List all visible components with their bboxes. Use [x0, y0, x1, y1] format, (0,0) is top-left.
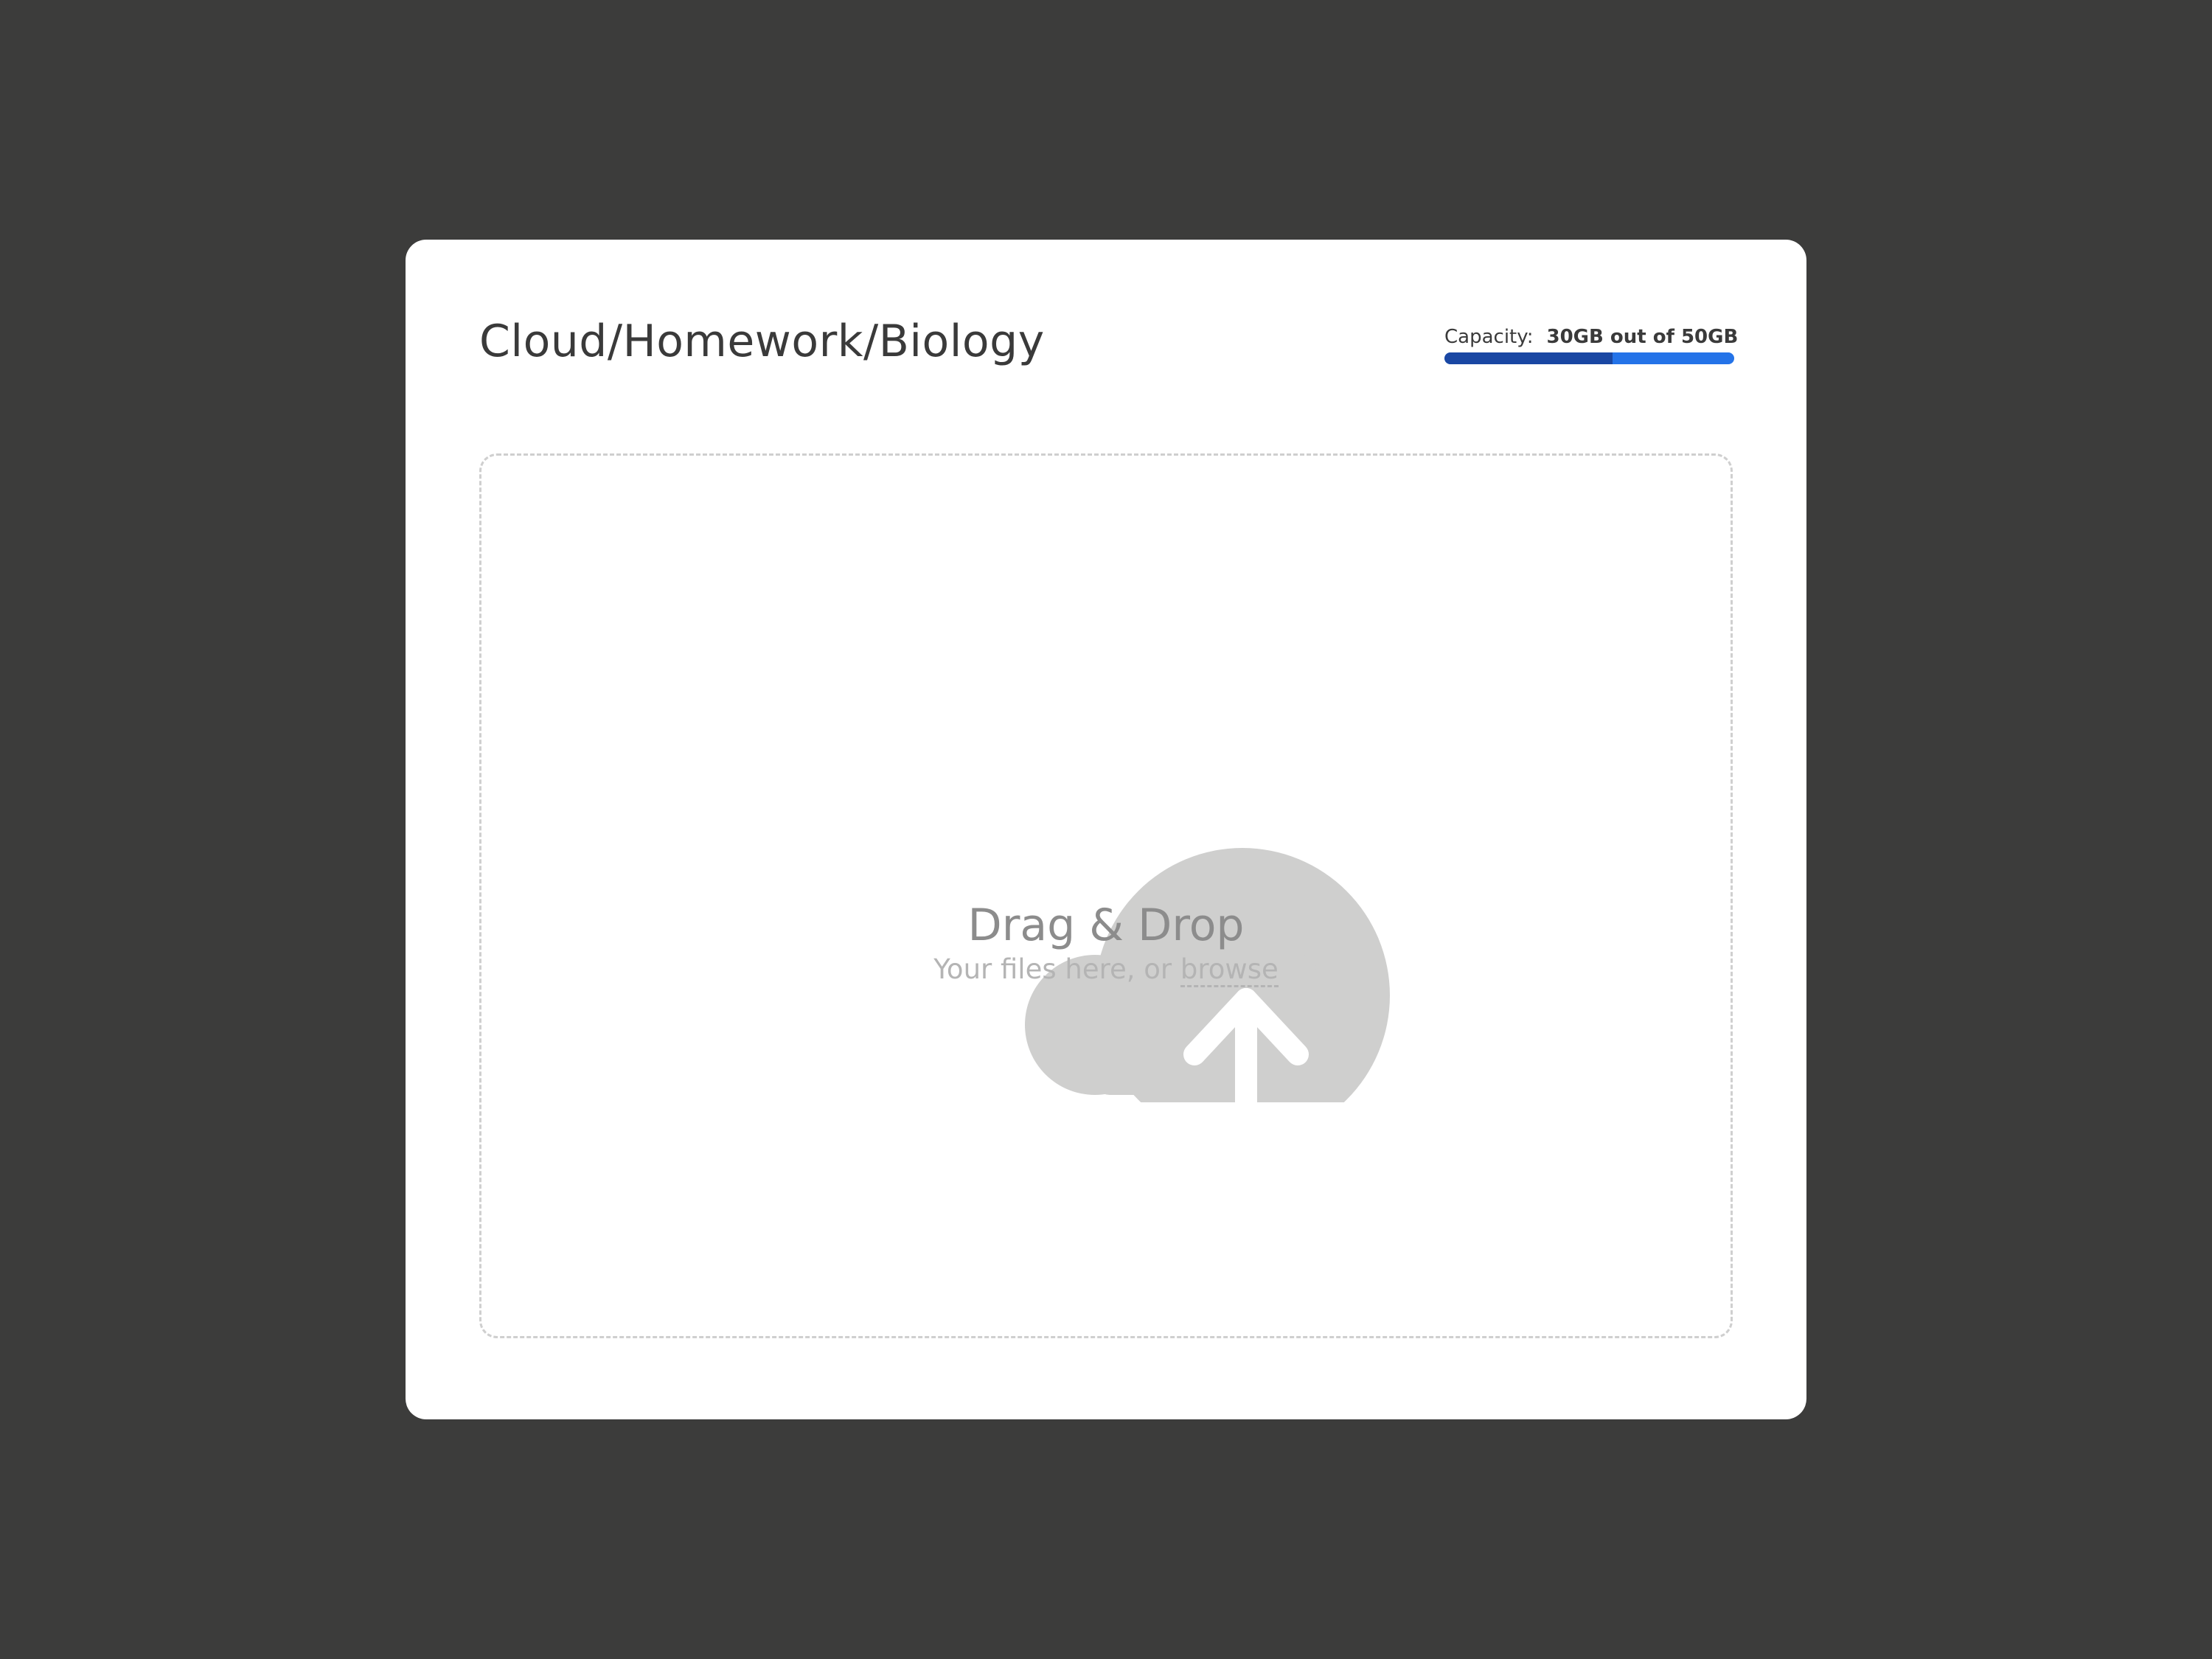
capacity-progress-bar	[1444, 352, 1734, 364]
folder-path-title: Cloud/Homework/Biology	[479, 316, 1045, 367]
storage-capacity: Capacity: 30GB out of 50GB	[1444, 324, 1739, 364]
browse-link[interactable]: browse	[1180, 953, 1279, 987]
capacity-label: Capacity:	[1444, 326, 1534, 348]
drop-instruction-text: Your files here, or	[933, 953, 1172, 985]
drag-drop-heading: Drag & Drop	[967, 900, 1245, 951]
drop-subtext: Your files here, or browse	[406, 951, 1806, 988]
capacity-used-fill	[1444, 352, 1613, 364]
capacity-text: Capacity: 30GB out of 50GB	[1444, 324, 1739, 349]
capacity-value: 30GB out of 50GB	[1546, 326, 1739, 348]
upload-card: Cloud/Homework/Biology Capacity: 30GB out…	[406, 240, 1806, 1419]
